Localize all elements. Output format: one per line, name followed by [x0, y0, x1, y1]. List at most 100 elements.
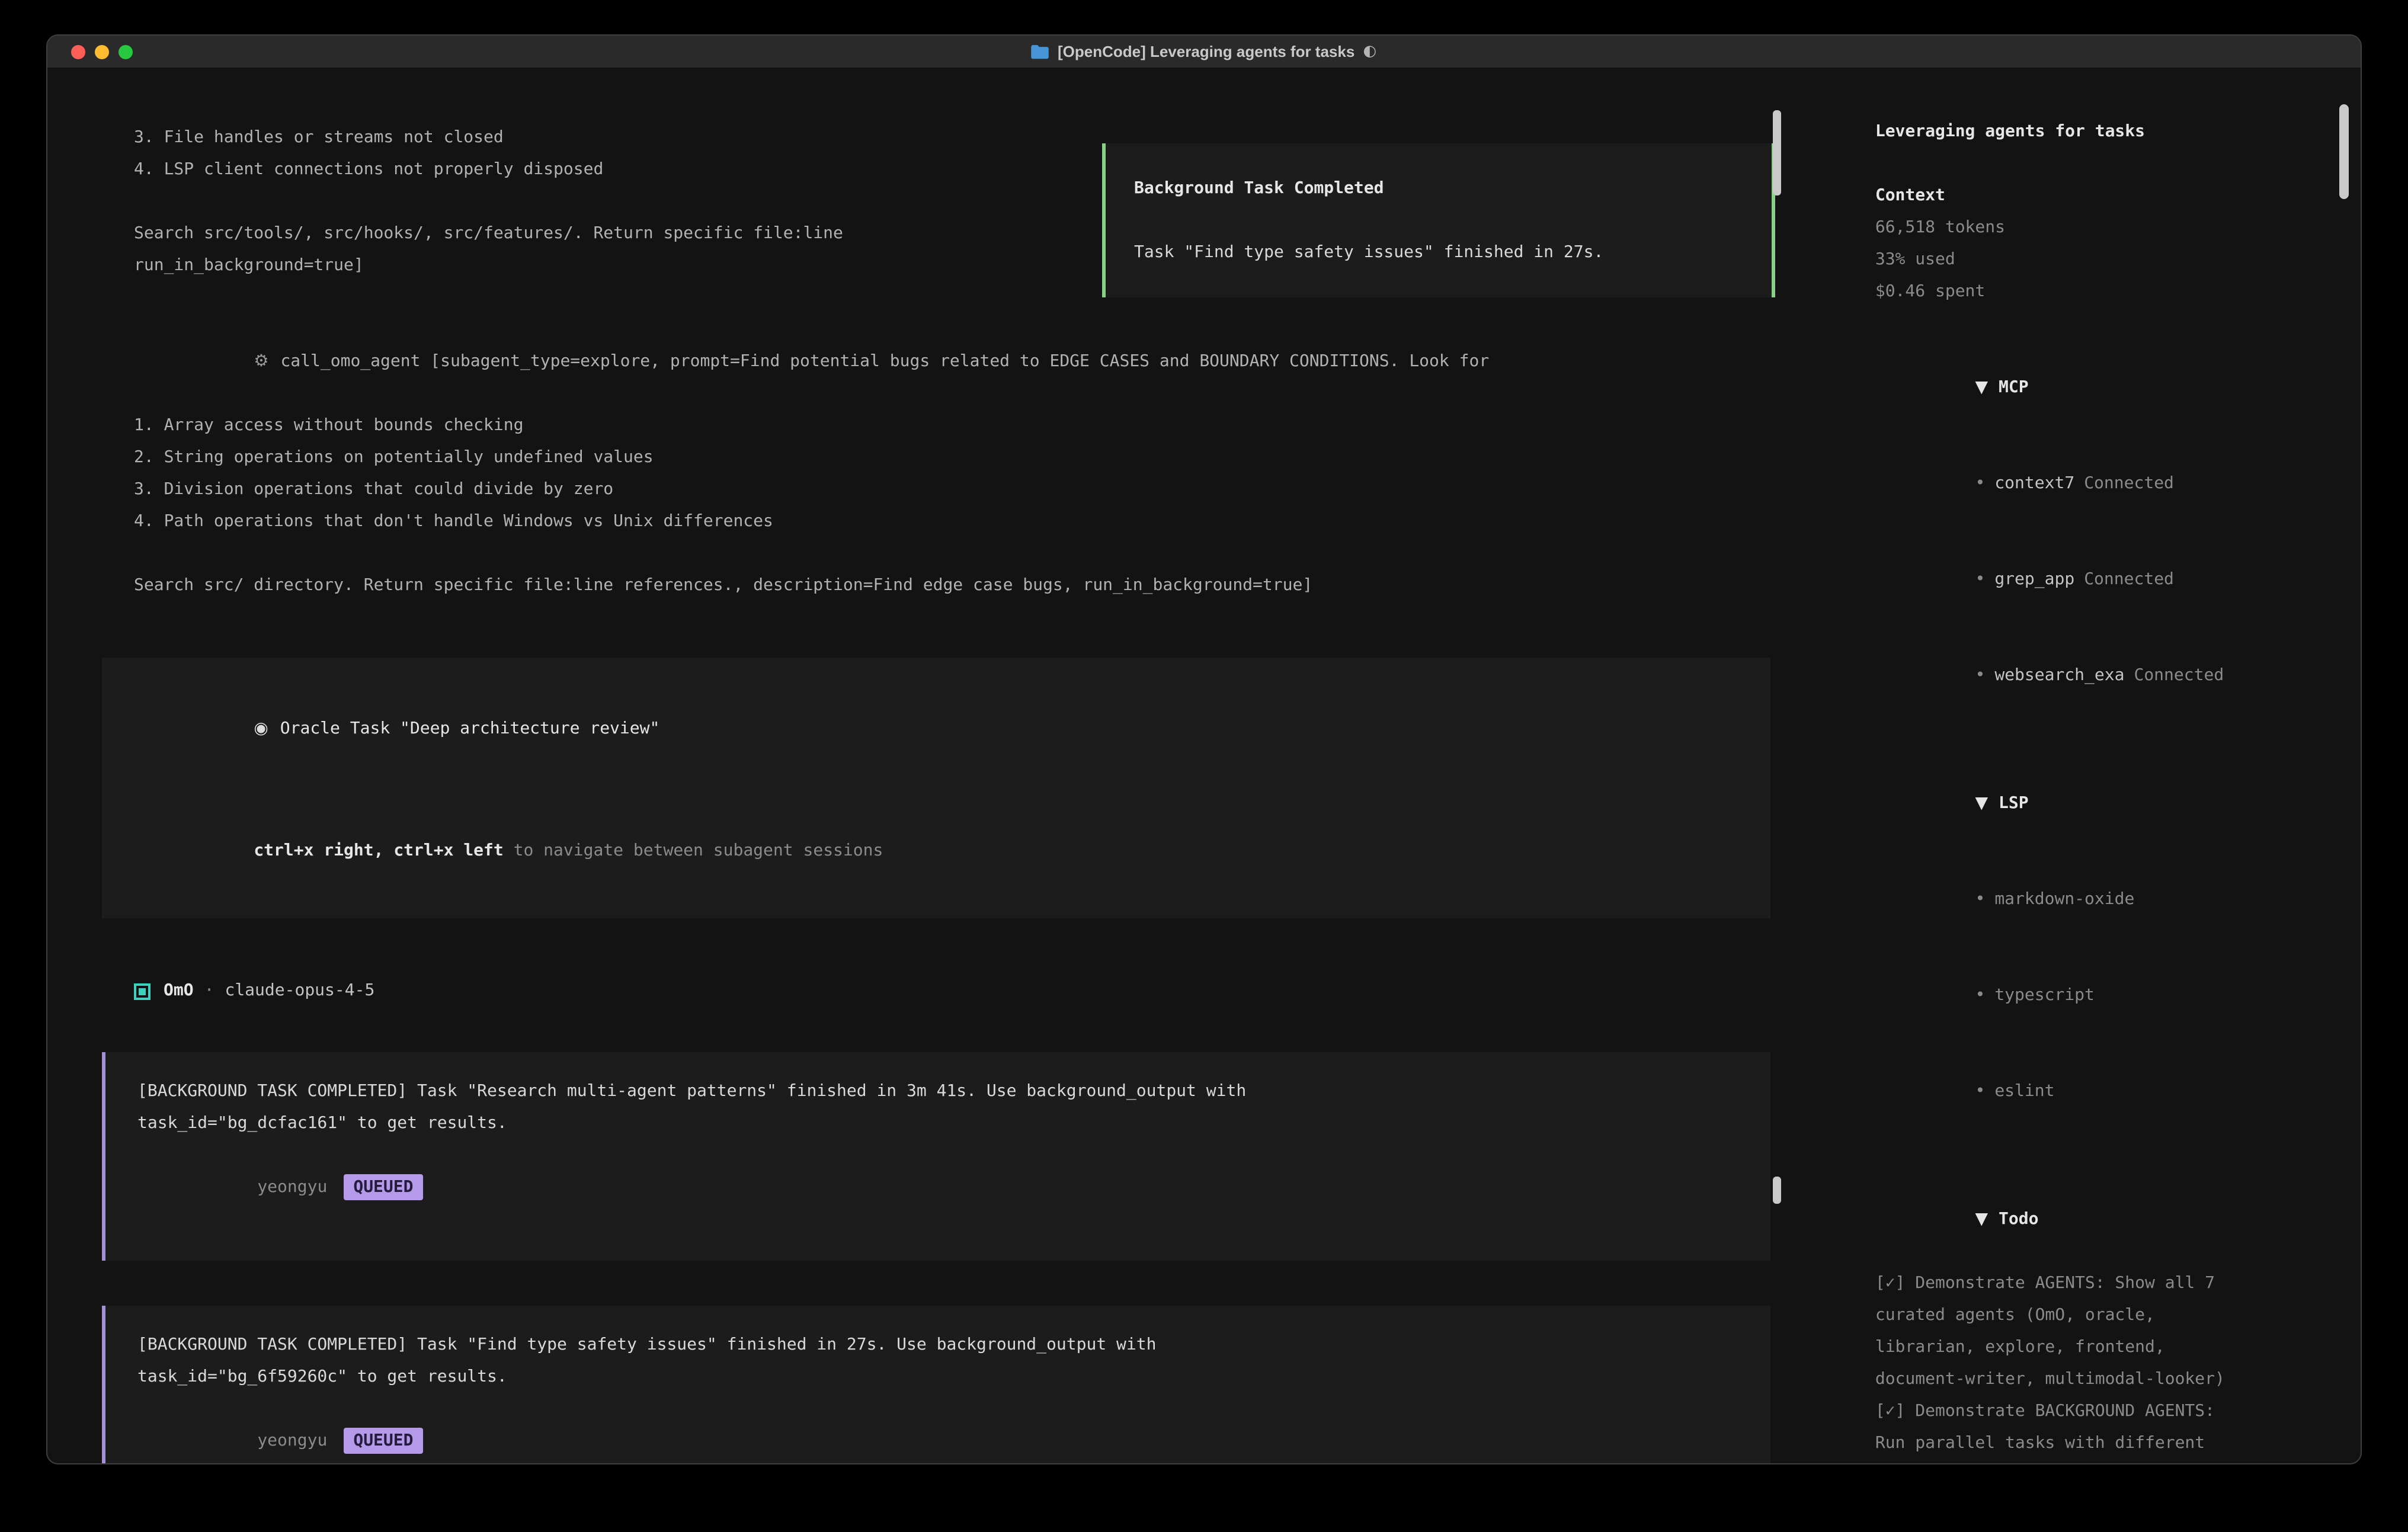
- message-meta-row: yeongyu QUEUED: [137, 1393, 1738, 1464]
- oracle-task-title-row: ◉ Oracle Task "Deep architecture review": [134, 681, 1738, 777]
- todo-line: document-writer, multimodal-looker): [1875, 1364, 2344, 1396]
- mcp-item-status: Connected: [2084, 570, 2174, 589]
- mcp-item-name: websearch_exa: [1994, 666, 2124, 685]
- hint-keys: ctrl+x right, ctrl+x left: [254, 841, 503, 860]
- mcp-section-header[interactable]: ▼ MCP: [1875, 340, 2344, 436]
- spacer: [1875, 1140, 2344, 1172]
- notification-title: Background Task Completed: [1134, 173, 1743, 205]
- oracle-task-panel: ◉Oracle Task "Deep architecture review" …: [102, 658, 1770, 918]
- oracle-task-title: Oracle Task "Deep architecture review": [280, 719, 660, 738]
- terminal-line: 1. Array access without bounds checking: [134, 410, 1830, 442]
- todo-line: Run parallel tasks with different: [1875, 1428, 2344, 1460]
- mcp-header-label: MCP: [1999, 378, 2029, 397]
- message-text: task_id="bg_dcfac161" to get results.: [137, 1108, 1738, 1140]
- bullet-icon: •: [1975, 570, 1985, 589]
- main-scrollbar-thumb[interactable]: [1773, 1177, 1781, 1204]
- titlebar: [OpenCode] Leveraging agents for tasks ◐: [47, 36, 2361, 69]
- lsp-item: • markdown-oxide: [1875, 852, 2344, 948]
- separator-dot: ·: [204, 975, 214, 1007]
- terminal-line: 2. String operations on potentially unde…: [134, 442, 1830, 474]
- todo-item: [✓] Demonstrate AGENTS: Show all 7 curat…: [1875, 1268, 2344, 1396]
- message-meta-row: yeongyu QUEUED: [137, 1140, 1738, 1236]
- main-scrollbar-thumb[interactable]: [1773, 110, 1781, 195]
- mcp-item-name: context7: [1994, 474, 2074, 493]
- folder-icon: [1032, 44, 1049, 59]
- lsp-item: • typescript: [1875, 948, 2344, 1044]
- mcp-item: • grep_app Connected: [1875, 532, 2344, 628]
- todo-line: [✓] Demonstrate AGENTS: Show all 7: [1875, 1268, 2344, 1300]
- notification-toast[interactable]: Background Task Completed Task "Find typ…: [1102, 143, 1775, 297]
- agent-session-header[interactable]: OmO · claude-opus-4-5: [134, 975, 1830, 1007]
- tool-call-text: call_omo_agent [subagent_type=explore, p…: [280, 352, 1489, 371]
- maximize-button[interactable]: [119, 44, 133, 59]
- mcp-item: • context7 Connected: [1875, 436, 2344, 532]
- terminal-line: Search src/ directory. Return specific f…: [134, 570, 1830, 602]
- sidebar-scrollbar-thumb[interactable]: [2339, 104, 2349, 199]
- bullet-icon: •: [1975, 1082, 1985, 1101]
- context-spent: $0.46 spent: [1875, 276, 2344, 308]
- context-used: 33% used: [1875, 244, 2344, 276]
- app-window: [OpenCode] Leveraging agents for tasks ◐…: [46, 34, 2362, 1464]
- lsp-item-name: eslint: [1994, 1082, 2054, 1101]
- spacer: [1875, 724, 2344, 756]
- message-author: yeongyu: [257, 1178, 327, 1197]
- bullet-icon: •: [1975, 666, 1985, 685]
- message-text: [BACKGROUND TASK COMPLETED] Task "Resear…: [137, 1076, 1738, 1108]
- agent-model: claude-opus-4-5: [225, 975, 374, 1007]
- spacer: [1875, 308, 2344, 340]
- notification-body: Task "Find type safety issues" finished …: [1134, 237, 1743, 269]
- context-tokens: 66,518 tokens: [1875, 212, 2344, 244]
- bullet-icon: •: [1975, 986, 1985, 1005]
- message-author: yeongyu: [257, 1431, 327, 1450]
- spacer: [1875, 148, 2344, 180]
- minimize-button[interactable]: [95, 44, 109, 59]
- sidebar: Leveraging agents for tasks Context 66,5…: [1830, 69, 2361, 1464]
- window-title-text: [OpenCode] Leveraging agents for tasks: [1058, 43, 1354, 60]
- terminal-line: 3. Division operations that could divide…: [134, 474, 1830, 506]
- mcp-item-status: Connected: [2134, 666, 2224, 685]
- lsp-item-name: markdown-oxide: [1994, 890, 2134, 909]
- bullet-icon: •: [1975, 474, 1985, 493]
- agent-name: OmO: [164, 975, 194, 1007]
- caret-down-icon: ▼: [1975, 1210, 1988, 1229]
- close-button[interactable]: [71, 44, 85, 59]
- hint-text: to navigate between subagent sessions: [504, 841, 883, 860]
- lsp-item-name: typescript: [1994, 986, 2095, 1005]
- todo-header-label: Todo: [1999, 1210, 2038, 1229]
- tool-call-line: ⚙ call_omo_agent [subagent_type=explore, …: [134, 314, 1830, 410]
- todo-item: [✓] Demonstrate BACKGROUND AGENTS: Run p…: [1875, 1396, 2344, 1464]
- todo-line: librarian, explore, frontend,: [1875, 1332, 2344, 1364]
- todo-line: [✓] Demonstrate BACKGROUND AGENTS:: [1875, 1396, 2344, 1428]
- lsp-item: • eslint: [1875, 1044, 2344, 1140]
- message-block: [BACKGROUND TASK COMPLETED] Task "Resear…: [102, 1052, 1770, 1261]
- context-header: Context: [1875, 180, 2344, 212]
- terminal-main: 3. File handles or streams not closed 4.…: [47, 69, 1830, 1464]
- todo-line: models: [1875, 1460, 2344, 1464]
- spacer: [134, 777, 1738, 803]
- lsp-header-label: LSP: [1999, 794, 2029, 813]
- message-block: [BACKGROUND TASK COMPLETED] Task "Find t…: [102, 1306, 1770, 1464]
- mcp-item: • websearch_exa Connected: [1875, 628, 2344, 724]
- gear-icon: ⚙: [254, 352, 268, 371]
- mcp-item-status: Connected: [2084, 474, 2174, 493]
- lsp-section-header[interactable]: ▼ LSP: [1875, 756, 2344, 852]
- terminal-line: [134, 538, 1830, 570]
- window-title: [OpenCode] Leveraging agents for tasks ◐: [1032, 43, 1376, 60]
- desktop: [OpenCode] Leveraging agents for tasks ◐…: [0, 0, 2408, 1532]
- message-text: task_id="bg_6f59260c" to get results.: [137, 1361, 1738, 1393]
- clock-icon: ◐: [1363, 43, 1376, 60]
- terminal-line: 4. Path operations that don't handle Win…: [134, 506, 1830, 538]
- session-title: Leveraging agents for tasks: [1875, 116, 2344, 148]
- status-badge: QUEUED: [344, 1174, 422, 1200]
- caret-down-icon: ▼: [1975, 378, 1988, 397]
- fisheye-icon: ◉: [254, 719, 268, 738]
- oracle-navigation-hint: ctrl+x right, ctrl+x left to navigate be…: [134, 803, 1738, 899]
- traffic-lights: [71, 44, 133, 59]
- bullet-icon: •: [1975, 890, 1985, 909]
- message-text: [BACKGROUND TASK COMPLETED] Task "Find t…: [137, 1329, 1738, 1361]
- status-badge: QUEUED: [344, 1428, 422, 1454]
- caret-down-icon: ▼: [1975, 794, 1988, 813]
- omo-agent-icon: [134, 983, 150, 999]
- mcp-item-name: grep_app: [1994, 570, 2074, 589]
- todo-section-header[interactable]: ▼ Todo: [1875, 1172, 2344, 1268]
